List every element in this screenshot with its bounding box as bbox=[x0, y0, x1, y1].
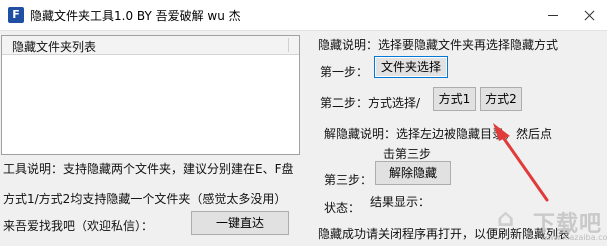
watermark-url: www.xiazaiba.com bbox=[541, 233, 607, 242]
app-window: F 隐藏文件夹工具1.0 BY 吾爱破解 wu 杰 隐藏文件夹列表 隐藏说明：选… bbox=[0, 0, 607, 246]
watermark: ⌂ 下载吧 www.xiazaiba.com bbox=[497, 200, 607, 246]
watermark-logo-icon: ⌂ bbox=[497, 204, 515, 232]
